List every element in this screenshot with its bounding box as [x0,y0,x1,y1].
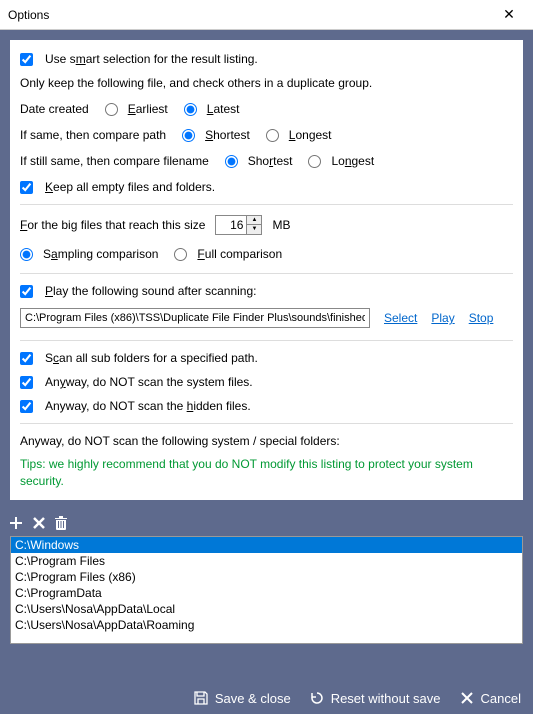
no-system-label: Anyway, do NOT scan the system files. [45,375,253,389]
options-panel: Use smart selection for the result listi… [10,40,523,500]
path-compare-row: If same, then compare path Shortest Long… [20,128,513,142]
path-longest-label: Longest [289,128,332,142]
sound-row: Play the following sound after scanning: [20,284,513,298]
bigfiles-unit: MB [272,218,290,232]
add-icon[interactable] [8,515,24,531]
save-button[interactable]: Save & close [193,690,291,706]
fname-longest-label: Longest [331,154,374,168]
fname-longest-radio[interactable] [308,155,321,168]
tips-text: Tips: we highly recommend that you do NO… [20,456,513,490]
fname-shortest-label: Shortest [248,154,293,168]
filename-compare-row: If still same, then compare filename Sho… [20,154,513,168]
bigfiles-input[interactable] [216,218,246,232]
scan-sub-label: Scan all sub folders for a specified pat… [45,351,258,365]
remove-icon[interactable] [32,516,46,530]
path-longest-radio[interactable] [266,129,279,142]
scan-sub-checkbox[interactable] [20,352,33,365]
list-item[interactable]: C:\Users\Nosa\AppData\Local [11,601,522,617]
path-compare-label: If same, then compare path [20,128,166,142]
no-system-row: Anyway, do NOT scan the system files. [20,375,513,389]
stop-link[interactable]: Stop [469,311,494,325]
reset-label: Reset without save [331,691,441,706]
date-created-row: Date created Earliest Latest [20,102,513,116]
list-item[interactable]: C:\ProgramData [11,585,522,601]
path-shortest-label: Shortest [205,128,250,142]
no-hidden-label: Anyway, do NOT scan the hidden files. [45,399,251,413]
path-shortest-radio[interactable] [182,129,195,142]
save-icon [193,690,209,706]
cancel-icon [459,690,475,706]
sampling-label: Sampling comparison [43,247,158,261]
list-item[interactable]: C:\Program Files (x86) [11,569,522,585]
smart-selection-label: Use smart selection for the result listi… [45,52,258,66]
sampling-radio[interactable] [20,248,33,261]
divider [20,273,513,274]
smart-selection-checkbox[interactable] [20,53,33,66]
sound-checkbox[interactable] [20,285,33,298]
sound-label: Play the following sound after scanning: [45,284,256,298]
date-created-label: Date created [20,102,89,116]
sound-path-input[interactable] [20,308,370,328]
scan-sub-row: Scan all sub folders for a specified pat… [20,351,513,365]
comparison-row: Sampling comparison Full comparison [20,247,513,261]
smart-selection-subtext: Only keep the following file, and check … [20,76,513,90]
earliest-radio[interactable] [105,103,118,116]
full-radio[interactable] [174,248,187,261]
list-item[interactable]: C:\Windows [11,537,522,553]
reset-button[interactable]: Reset without save [309,690,441,706]
filename-compare-label: If still same, then compare filename [20,154,209,168]
close-button[interactable]: ✕ [493,6,525,23]
spin-down-icon[interactable]: ▼ [247,225,261,234]
keep-empty-checkbox[interactable] [20,181,33,194]
exclude-listbox[interactable]: C:\WindowsC:\Program FilesC:\Program Fil… [10,536,523,644]
window-title: Options [8,8,493,22]
list-item[interactable]: C:\Program Files [11,553,522,569]
divider [20,340,513,341]
exclude-header: Anyway, do NOT scan the following system… [20,434,513,448]
latest-label: Latest [207,102,240,116]
no-hidden-checkbox[interactable] [20,400,33,413]
select-link[interactable]: Select [384,311,417,325]
keep-empty-label: Keep all empty files and folders. [45,180,215,194]
keep-empty-row: Keep all empty files and folders. [20,180,513,194]
latest-radio[interactable] [184,103,197,116]
save-label: Save & close [215,691,291,706]
exclude-toolbar [0,510,533,536]
sound-path-row: Select Play Stop [20,308,513,328]
titlebar: Options ✕ [0,0,533,30]
cancel-label: Cancel [481,691,521,706]
divider [20,423,513,424]
divider [20,204,513,205]
smart-selection-row: Use smart selection for the result listi… [20,52,513,66]
earliest-label: Earliest [128,102,168,116]
list-item[interactable]: C:\Users\Nosa\AppData\Roaming [11,617,522,633]
reset-icon [309,690,325,706]
spin-up-icon[interactable]: ▲ [247,216,261,225]
play-link[interactable]: Play [431,311,454,325]
full-label: Full comparison [197,247,282,261]
fname-shortest-radio[interactable] [225,155,238,168]
bigfiles-row: For the big files that reach this size ▲… [20,215,513,235]
no-system-checkbox[interactable] [20,376,33,389]
bigfiles-spinner[interactable]: ▲ ▼ [215,215,262,235]
no-hidden-row: Anyway, do NOT scan the hidden files. [20,399,513,413]
trash-icon[interactable] [54,515,68,531]
bigfiles-label: For the big files that reach this size [20,218,205,232]
footer: Save & close Reset without save Cancel [0,682,533,714]
cancel-button[interactable]: Cancel [459,690,521,706]
